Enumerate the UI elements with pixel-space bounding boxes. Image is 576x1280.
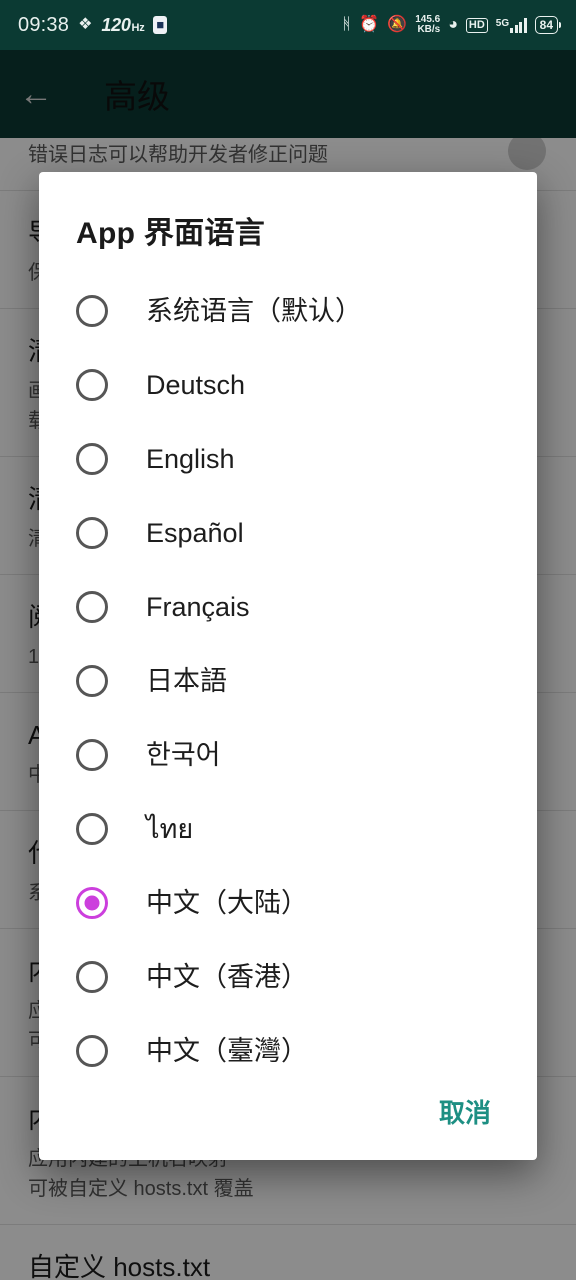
radio-button-icon[interactable] [76, 961, 108, 993]
app-notification-icon: ■ [153, 16, 168, 34]
language-option[interactable]: 系统语言（默认） [39, 274, 537, 348]
language-option[interactable]: 한국어 [39, 718, 537, 792]
hd-icon: HD [465, 17, 488, 33]
language-option[interactable]: ไทย [39, 792, 537, 866]
fan-icon: ❖ [78, 16, 93, 33]
language-option[interactable]: English [39, 422, 537, 496]
radio-button-icon[interactable] [76, 591, 108, 623]
radio-button-selected-icon[interactable] [76, 887, 108, 919]
language-option[interactable]: Français [39, 570, 537, 644]
language-option-list: 系统语言（默认） Deutsch English Español Françai… [39, 274, 537, 1088]
status-bar-right: ᚻ ⏰ 🔕 145.6 KB/s ◕ HD 5G 84 [341, 15, 562, 35]
language-dialog: App 界面语言 系统语言（默认） Deutsch English Españo… [39, 172, 537, 1160]
language-option-label: Français [146, 591, 250, 622]
language-option-label: 한국어 [146, 739, 221, 770]
language-option-label: 中文（臺灣） [146, 1035, 308, 1066]
language-option-selected[interactable]: 中文（大陆） [39, 866, 537, 940]
radio-button-icon[interactable] [76, 739, 108, 771]
radio-button-icon[interactable] [76, 665, 108, 697]
network-type-label: 5G [495, 17, 510, 29]
bell-muted-icon: 🔕 [387, 16, 408, 33]
bluetooth-icon: ᚻ [341, 16, 352, 33]
radio-button-icon[interactable] [76, 369, 108, 401]
phone-screen: ← 高级 错误日志可以帮助开发者修正问题 导出日志 保存日志文件到存储空间 清除… [0, 0, 576, 1280]
language-option-label: 日本語 [146, 665, 227, 696]
status-bar: 09:38 ❖ 120 Hz ■ ᚻ ⏰ 🔕 145.6 KB/s ◕ HD 5G… [0, 0, 576, 50]
signal-bars-icon: 5G [495, 17, 527, 33]
refresh-rate-value: 120 [101, 14, 131, 35]
cancel-button[interactable]: 取消 [417, 1081, 513, 1142]
language-option-label: ไทย [146, 813, 194, 844]
radio-button-icon[interactable] [76, 443, 108, 475]
refresh-rate-unit: Hz [131, 21, 145, 34]
status-clock: 09:38 [18, 13, 70, 36]
network-speed-indicator: 145.6 KB/s [415, 15, 440, 35]
language-option[interactable]: 中文（臺灣） [39, 1014, 537, 1088]
alarm-clock-icon: ⏰ [359, 16, 380, 33]
language-option[interactable]: 日本語 [39, 644, 537, 718]
language-option-label: Deutsch [146, 369, 246, 400]
battery-indicator: 84 [534, 16, 562, 34]
language-option-label: 中文（大陆） [146, 887, 308, 918]
language-option[interactable]: Deutsch [39, 348, 537, 422]
dialog-title: App 界面语言 [76, 217, 266, 250]
language-option-label: Español [146, 517, 244, 548]
radio-button-icon[interactable] [76, 295, 108, 327]
wifi-icon: ◕ [448, 16, 458, 33]
radio-button-icon[interactable] [76, 813, 108, 845]
network-speed-unit: KB/s [417, 24, 441, 35]
language-option[interactable]: Español [39, 496, 537, 570]
radio-button-icon[interactable] [76, 1035, 108, 1067]
language-option-label: 中文（香港） [146, 961, 308, 992]
signal-strength-bars [510, 17, 527, 33]
language-option-label: 系统语言（默认） [146, 295, 362, 326]
dialog-actions: 取消 [417, 1081, 513, 1142]
radio-button-icon[interactable] [76, 517, 108, 549]
refresh-rate-indicator: 120 Hz [101, 15, 144, 36]
language-option[interactable]: 中文（香港） [39, 940, 537, 1014]
status-bar-left: 09:38 ❖ 120 Hz ■ [18, 13, 168, 37]
language-option-label: English [146, 443, 235, 474]
